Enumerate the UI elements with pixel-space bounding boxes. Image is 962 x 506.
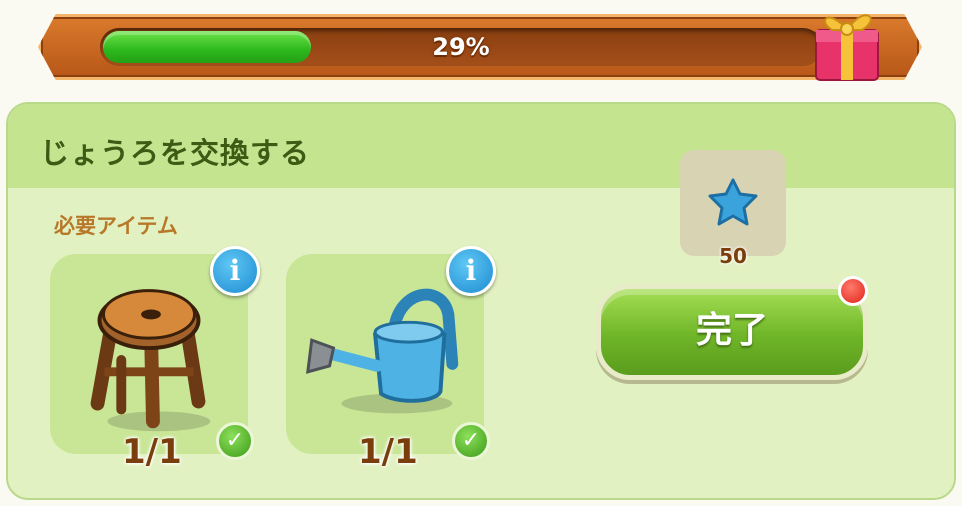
progress-bar: 29% — [100, 28, 822, 66]
info-button[interactable]: i — [446, 246, 496, 296]
checkmark-icon: ✓ — [452, 422, 490, 460]
blue-star-icon — [708, 178, 758, 226]
complete-button[interactable]: 完了 — [596, 284, 868, 380]
quest-title: じょうろを交換する — [40, 136, 311, 170]
checkmark-icon: ✓ — [216, 422, 254, 460]
reward-box[interactable] — [680, 150, 786, 256]
progress-percent: 29% — [432, 33, 490, 61]
item-card-stool[interactable]: i 1/1 ✓ — [50, 246, 260, 472]
gift-box-icon[interactable] — [810, 0, 886, 84]
item-count: 1/1 — [358, 432, 418, 472]
reward-value: 50 — [719, 244, 747, 268]
notification-dot — [838, 276, 868, 306]
item-card-watering-can[interactable]: i 1/1 ✓ — [286, 246, 496, 472]
required-items-label: 必要アイテム — [54, 214, 178, 238]
item-count: 1/1 — [122, 432, 182, 472]
quest-screen: 29% じょうろを交換する 必要アイテム 報酬 i 1/1 ✓ — [0, 0, 962, 506]
info-button[interactable]: i — [210, 246, 260, 296]
